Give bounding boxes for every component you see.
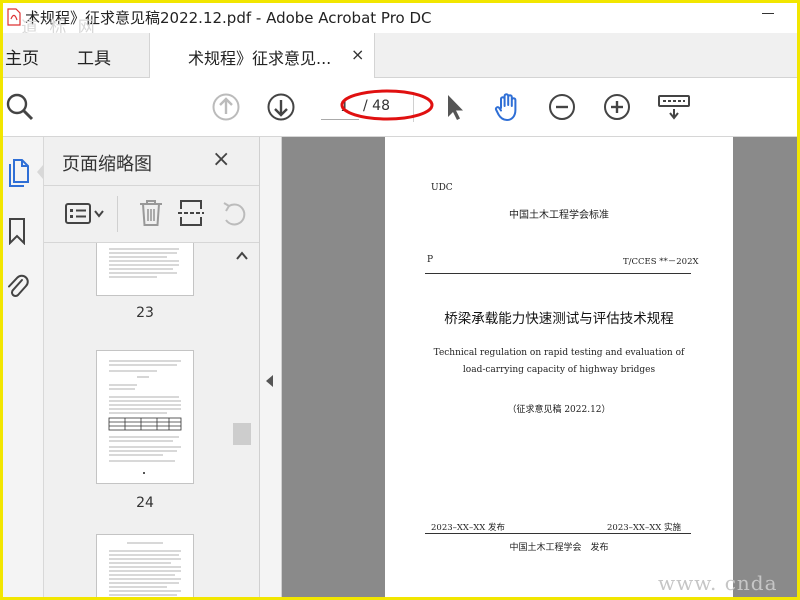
active-rail-pointer (37, 165, 43, 179)
tab-document[interactable]: 术规程》征求意见... × (149, 33, 375, 78)
hand-tool-icon[interactable] (492, 91, 524, 123)
tab-bar: 主页 工具 术规程》征求意见... × (3, 33, 797, 78)
collapse-left-icon[interactable] (266, 375, 273, 387)
rotate-icon[interactable] (220, 198, 248, 228)
zoom-in-icon[interactable] (601, 91, 633, 123)
doc-title-en-line1: Technical regulation on rapid testing an… (433, 348, 685, 358)
thumbnails-panel: 页面缩略图 × 23 24 (44, 137, 260, 597)
thumbnail-page-24[interactable] (97, 351, 193, 483)
thumbnail-page-25-content (109, 542, 181, 596)
select-arrow-icon[interactable] (439, 91, 471, 123)
doc-udc: UDC (431, 183, 453, 193)
next-page-icon[interactable] (265, 91, 297, 123)
doc-publisher: 中国土木工程学会 发布 (509, 543, 609, 553)
tab-home[interactable]: 主页 (5, 44, 39, 69)
thumbnail-page-23[interactable] (97, 243, 193, 295)
extract-pages-icon[interactable] (177, 198, 205, 228)
doc-draft-note: （征求意见稿 2022.12） (507, 405, 611, 415)
document-tab-label: 术规程》征求意见... (188, 49, 332, 68)
thumbnail-page-23-content (109, 248, 179, 278)
watermark-bottom: www. cnda (658, 571, 778, 595)
title-bar: 术规程》征求意见稿2022.12.pdf - Adobe Acrobat Pro… (3, 3, 797, 38)
tab-tools[interactable]: 工具 (77, 44, 111, 69)
thumbnail-page-25[interactable] (97, 535, 193, 597)
attachment-icon[interactable] (6, 271, 30, 301)
minimize-button[interactable] (755, 5, 781, 21)
scrollbar-thumb[interactable] (233, 423, 251, 445)
thumbnail-page-24-content (108, 360, 182, 474)
trash-icon[interactable] (137, 198, 165, 228)
doc-impl-date: 2023–XX–XX 实施 (607, 523, 682, 533)
doc-title-cn: 桥梁承载能力快速测试与评估技术规程 (444, 311, 674, 327)
zoom-out-icon[interactable] (546, 91, 578, 123)
chevron-up-icon[interactable] (236, 251, 248, 261)
doc-bottom-rule (425, 533, 691, 534)
thumbnail-number-24: 24 (136, 495, 154, 511)
pdf-page: UDC 中国土木工程学会标准 P T/CCES **－202X 桥梁承载能力快速… (385, 137, 733, 597)
annotation-ellipse (340, 89, 434, 121)
page-thumbnails-icon[interactable] (7, 157, 31, 187)
keyboard-icon[interactable] (657, 91, 691, 123)
search-icon[interactable] (4, 91, 36, 123)
close-panel-button[interactable]: × (212, 147, 230, 172)
thumbnail-list: 23 24 (44, 243, 232, 597)
bookmark-icon[interactable] (7, 217, 27, 245)
thumbnail-scrollbar[interactable] (233, 243, 251, 597)
previous-page-icon[interactable] (210, 91, 242, 123)
panel-title: 页面缩略图 (62, 154, 152, 175)
doc-issue-date: 2023–XX–XX 发布 (431, 523, 506, 533)
options-list-icon[interactable] (64, 201, 108, 227)
doc-p-label: P (427, 255, 434, 265)
app-window: 术规程》征求意见稿2022.12.pdf - Adobe Acrobat Pro… (0, 0, 800, 600)
close-tab-button[interactable]: × (351, 45, 364, 64)
panel-collapse-strip[interactable] (260, 137, 282, 597)
doc-title-en-line2: load-carrying capacity of highway bridge… (462, 365, 656, 375)
navigation-rail (3, 137, 44, 597)
thumbnail-toolbar (44, 185, 259, 243)
tools-divider (117, 196, 118, 232)
doc-org-standard: 中国土木工程学会标准 (509, 210, 609, 221)
thumbnail-number-23: 23 (136, 305, 154, 321)
doc-code: T/CCES **－202X (623, 257, 699, 267)
pdf-file-icon (7, 8, 21, 26)
doc-top-rule (425, 273, 691, 274)
document-view[interactable]: UDC 中国土木工程学会标准 P T/CCES **－202X 桥梁承载能力快速… (282, 137, 797, 597)
